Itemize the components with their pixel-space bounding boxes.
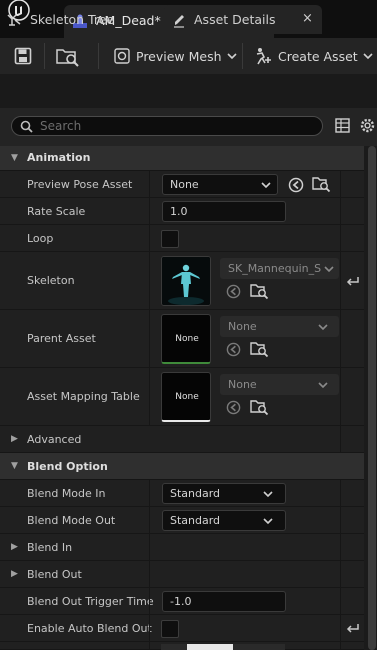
parent-asset-thumbnail-text: None — [175, 334, 199, 344]
blend-mode-out-label: Blend Mode Out — [27, 514, 116, 527]
tab-asset-details[interactable]: Asset Details × — [164, 5, 322, 34]
details-pencil-icon — [174, 14, 184, 28]
row-enable-auto-blend-out: Enable Auto Blend Out — [0, 615, 364, 642]
blend-out-trigger-time-input[interactable]: -1.0 — [162, 591, 286, 612]
skeleton-thumbnail[interactable] — [161, 256, 211, 306]
create-asset-label: Create Asset — [278, 48, 358, 64]
collapsed-arrow-icon: ▶ — [11, 434, 18, 444]
parent-asset-value: None — [228, 320, 257, 333]
blend-out-trigger-time-label: Blend Out Trigger Time — [27, 595, 154, 608]
gear-icon[interactable] — [359, 117, 376, 134]
search-input[interactable]: Search — [11, 116, 323, 136]
save-icon[interactable] — [14, 47, 32, 65]
browse-asset-icon[interactable] — [56, 47, 80, 67]
row-blend-out[interactable]: ▶ Blend Out — [0, 561, 364, 588]
chevron-down-icon — [226, 53, 237, 60]
asset-mapping-table-thumbnail[interactable]: None — [161, 372, 211, 422]
advanced-label: Advanced — [27, 433, 82, 446]
skeleton-combo[interactable]: SK_Mannequin_S — [220, 258, 339, 279]
preview-mesh-label: Preview Mesh — [136, 48, 222, 64]
search-icon — [20, 120, 33, 133]
skeleton-label: Skeleton — [27, 274, 75, 287]
chevron-down-icon — [263, 491, 273, 498]
mannequin-thumbnail-image — [162, 257, 210, 305]
reset-to-default-icon[interactable] — [346, 622, 359, 634]
preview-pose-asset-label: Preview Pose Asset — [27, 178, 133, 191]
panel-tab-bar — [0, 74, 377, 108]
preview-mesh-button[interactable]: Preview Mesh — [113, 47, 237, 65]
rate-scale-label: Rate Scale — [27, 205, 86, 218]
parent-asset-label: Parent Asset — [27, 332, 96, 345]
blend-mode-in-value: Standard — [170, 487, 221, 500]
create-asset-icon — [256, 48, 271, 65]
category-animation-label: Animation — [27, 151, 91, 164]
parent-asset-thumbnail[interactable]: None — [161, 314, 211, 364]
row-blend-in[interactable]: ▶ Blend In — [0, 534, 364, 561]
skeleton-tree-icon — [7, 13, 21, 26]
rate-scale-input[interactable]: 1.0 — [162, 201, 286, 222]
use-selected-icon — [226, 284, 241, 299]
blend-mode-in-combo[interactable]: Standard — [162, 483, 286, 504]
blend-out-label: Blend Out — [27, 568, 82, 581]
asset-mapping-table-thumbnail-text: None — [175, 392, 199, 402]
asset-mapping-table-value: None — [228, 378, 257, 391]
collapsed-arrow-icon: ▶ — [11, 542, 18, 552]
chevron-down-icon — [261, 182, 271, 189]
partial-control — [161, 644, 285, 650]
use-selected-icon — [226, 400, 241, 415]
create-asset-button[interactable]: Create Asset — [253, 47, 373, 65]
collapsed-arrow-icon: ▶ — [11, 569, 18, 579]
skeleton-value: SK_Mannequin_S — [228, 262, 322, 275]
reset-to-default-icon[interactable] — [346, 275, 359, 287]
scrollbar-thumb[interactable] — [368, 146, 376, 650]
loop-label: Loop — [27, 232, 54, 245]
row-loop: Loop — [0, 225, 364, 252]
expanded-arrow-icon: ▼ — [11, 153, 18, 163]
enable-auto-blend-out-label: Enable Auto Blend Out — [27, 622, 152, 635]
blend-mode-out-combo[interactable]: Standard — [162, 510, 286, 531]
preview-pose-asset-value: None — [170, 178, 199, 191]
close-panel-icon[interactable]: × — [302, 11, 313, 26]
tab-skeleton-tree-label: Skeleton Tree — [30, 12, 115, 27]
chevron-down-icon — [263, 518, 273, 525]
loop-checkbox[interactable] — [161, 230, 179, 248]
use-selected-icon — [226, 342, 241, 357]
preview-mesh-icon — [114, 48, 130, 64]
use-selected-icon[interactable] — [288, 177, 304, 193]
asset-mapping-table-combo[interactable]: None — [220, 374, 339, 395]
table-view-icon[interactable] — [335, 118, 350, 133]
browse-asset-icon[interactable] — [250, 341, 269, 358]
tab-skeleton-tree[interactable]: Skeleton Tree — [6, 5, 114, 34]
asset-mapping-table-label: Asset Mapping Table — [27, 390, 140, 403]
blend-in-label: Blend In — [27, 541, 73, 554]
browse-asset-icon[interactable] — [312, 176, 331, 193]
tab-asset-details-label: Asset Details — [194, 12, 276, 27]
chevron-down-icon — [318, 324, 328, 331]
search-placeholder: Search — [40, 119, 82, 133]
browse-asset-icon[interactable] — [250, 399, 269, 416]
expanded-arrow-icon: ▼ — [11, 461, 18, 471]
category-animation[interactable]: ▼ Animation — [0, 146, 364, 171]
chevron-down-icon — [324, 266, 334, 273]
blend-mode-in-label: Blend Mode In — [27, 487, 106, 500]
enable-auto-blend-out-checkbox[interactable] — [161, 620, 179, 638]
category-blend-option-label: Blend Option — [27, 460, 108, 473]
parent-asset-combo[interactable]: None — [220, 316, 339, 337]
preview-pose-asset-combo[interactable]: None — [162, 174, 278, 195]
row-advanced[interactable]: ▶ Advanced — [0, 426, 364, 453]
browse-asset-icon[interactable] — [250, 283, 269, 300]
chevron-down-icon — [363, 53, 373, 60]
chevron-down-icon — [318, 382, 328, 389]
blend-mode-out-value: Standard — [170, 514, 221, 527]
category-blend-option[interactable]: ▼ Blend Option — [0, 453, 364, 480]
